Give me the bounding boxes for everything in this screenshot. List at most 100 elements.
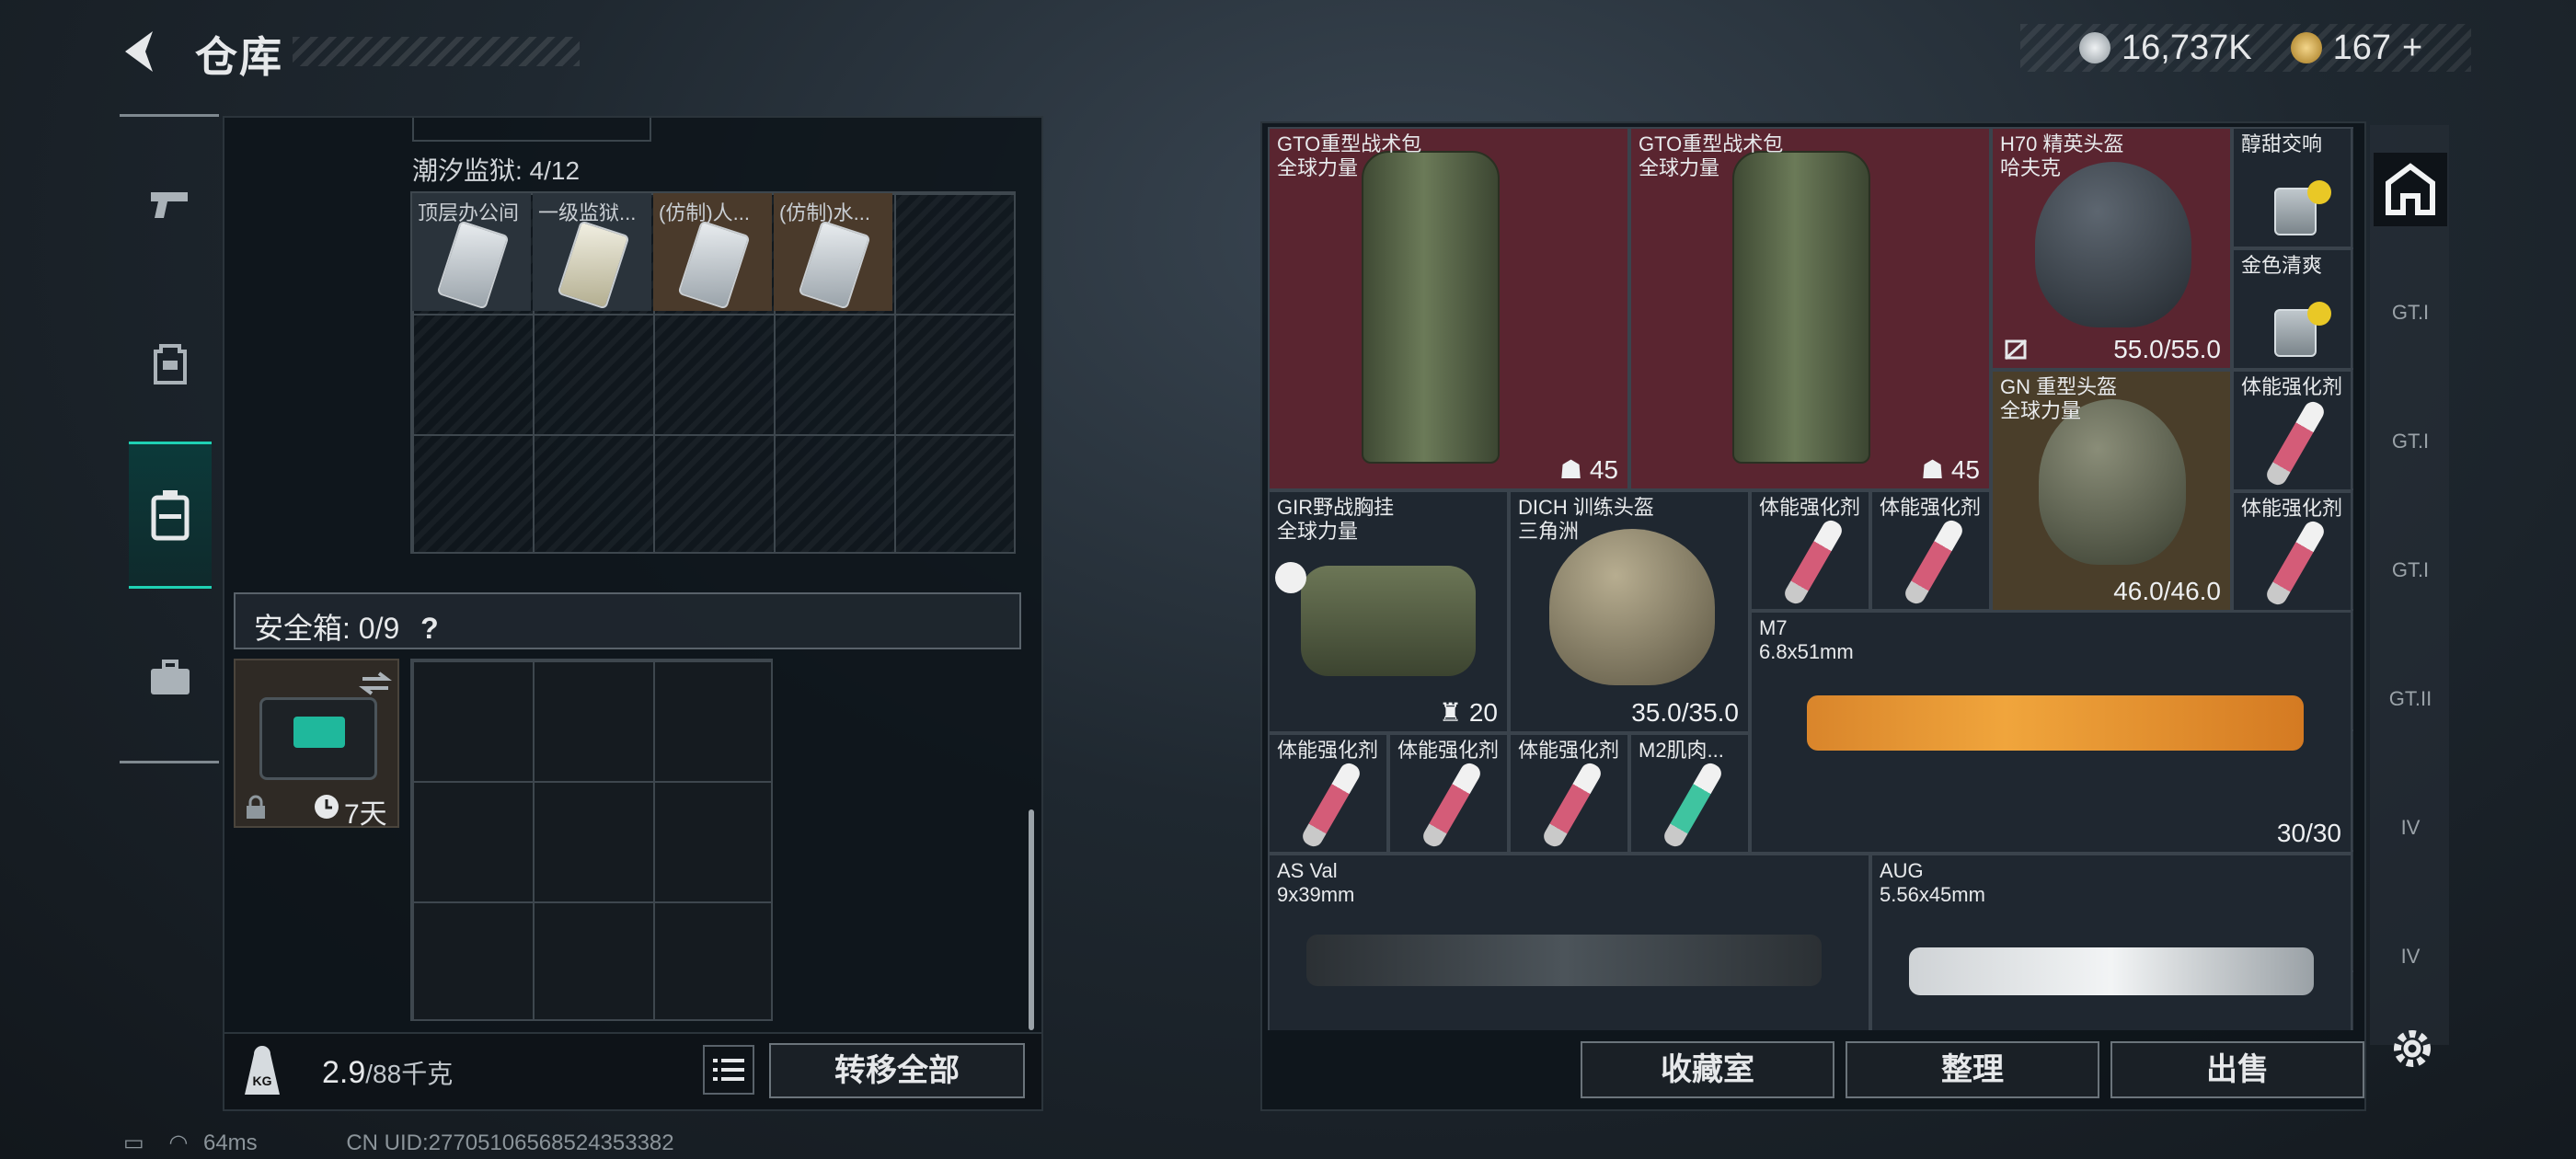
stash-item-asval[interactable]: AS Val 9x39mm	[1268, 854, 1870, 1030]
weight-readout: 2.9/88千克	[322, 1054, 453, 1091]
back-arrow-icon[interactable]	[118, 28, 164, 75]
injector-image	[2263, 518, 2328, 608]
stash-tab-6[interactable]: IV	[2374, 920, 2447, 993]
swap-icon[interactable]	[359, 670, 392, 697]
stash-item-gn-helmet[interactable]: GN 重型头盔 全球力量 46.0/46.0	[1991, 370, 2232, 612]
stash-item-gto-backpack[interactable]: GTO重型战术包 全球力量 ☗ 45	[1629, 127, 1991, 490]
injector-image	[1781, 517, 1846, 607]
injector-image	[1540, 760, 1604, 850]
key-item[interactable]: (仿制)人...	[653, 193, 772, 311]
item-name: 体能强化剂	[1518, 739, 1620, 762]
silver-coin-icon	[2079, 32, 2110, 63]
key-item[interactable]: 顶层办公间	[412, 193, 531, 311]
stash-tab-4[interactable]: GT.II	[2374, 662, 2447, 736]
stash-item-m2-injector[interactable]: M2肌肉...	[1629, 733, 1750, 854]
item-name: AUG	[1880, 859, 1924, 882]
list-view-button[interactable]	[703, 1045, 754, 1095]
chest-rig-image	[1301, 566, 1476, 676]
rail-containers[interactable]	[129, 442, 212, 589]
stash-tab-2[interactable]: GT.I	[2374, 405, 2447, 478]
stash-item-aug[interactable]: AUG 5.56x45mm	[1870, 854, 2352, 1030]
organize-button[interactable]: 整理	[1846, 1041, 2099, 1098]
stash-tab-5[interactable]: IV	[2374, 791, 2447, 865]
durability-value: 46.0/46.0	[2113, 577, 2221, 605]
lock-icon	[247, 795, 265, 819]
pistol-icon	[151, 192, 188, 218]
stash-item-dich-helmet[interactable]: DICH 训练头盔 三角洲 35.0/35.0	[1509, 490, 1750, 733]
durability-value: 55.0/55.0	[2113, 335, 2221, 363]
ghost-icon: ☗	[1920, 455, 1945, 484]
clock-icon	[315, 795, 339, 819]
tab-label: IV	[2400, 816, 2421, 839]
rifle-image	[1306, 935, 1822, 986]
helmet-image	[1549, 529, 1715, 685]
currency-bar: 16,737K 167 +	[2020, 24, 2471, 72]
key-item[interactable]: 一级监狱...	[533, 193, 651, 311]
stash-item-injector[interactable]: 体能强化剂	[1870, 490, 1991, 611]
stash-item-injector[interactable]: 体能强化剂	[1268, 733, 1388, 854]
vest-icon: ♜	[1438, 698, 1463, 727]
item-brand: 全球力量	[1277, 520, 1359, 543]
safe-timer: 7天	[344, 799, 387, 830]
item-name: GIR野战胸挂	[1277, 496, 1395, 519]
stash-item-injector[interactable]: 体能强化剂	[1509, 733, 1629, 854]
injector-image	[1661, 760, 1725, 850]
page-title: 仓库	[195, 33, 283, 81]
weight-value: 2.9	[322, 1055, 366, 1090]
stash-item-m7-rifle[interactable]: M7 6.8x51mm 30/30	[1750, 611, 2352, 854]
ping-value: 64ms	[202, 1130, 258, 1155]
weight-kg-icon: KG	[245, 1046, 280, 1095]
prison-keys-label: 潮汐监狱: 4/12	[412, 156, 581, 185]
tab-label: GT.I	[2391, 558, 2430, 581]
stash-tab-3[interactable]: GT.I	[2374, 534, 2447, 607]
safe-box-grid	[410, 659, 773, 1021]
capacity-value: 45	[1589, 455, 1618, 484]
stash-tab-home[interactable]	[2374, 153, 2447, 226]
stash-item-drink[interactable]: 醇甜交响	[2232, 127, 2352, 248]
stash-item-drink[interactable]: 金色清爽	[2232, 248, 2352, 370]
stash-item-injector[interactable]: 体能强化剂	[2232, 370, 2352, 491]
gold-triangle-coin-icon	[2290, 32, 2322, 63]
left-scrollbar[interactable]	[1029, 809, 1034, 1030]
stash-item-injector[interactable]: 体能强化剂	[2232, 491, 2352, 612]
collection-room-button[interactable]: 收藏室	[1581, 1041, 1834, 1098]
injector-image	[1299, 760, 1363, 850]
item-name: AS Val	[1277, 859, 1338, 882]
capacity-value: 45	[1950, 455, 1980, 484]
rail-toolbox[interactable]	[129, 627, 212, 729]
stash-item-injector[interactable]: 体能强化剂	[1388, 733, 1509, 854]
tab-label: GT.I	[2391, 301, 2430, 324]
stash-item-gto-backpack[interactable]: GTO重型战术包 全球力量 ☗ 45	[1268, 127, 1629, 490]
gear-icon[interactable]	[2388, 1025, 2436, 1073]
item-name: 醇甜交响	[2241, 132, 2323, 155]
transfer-all-button[interactable]: 转移全部	[769, 1043, 1025, 1098]
player-uid: CN UID:27705106568524353382	[346, 1130, 674, 1155]
stash-item-h70-helmet[interactable]: H70 精英头盔 哈夫克 55.0/55.0	[1991, 127, 2232, 370]
help-icon[interactable]: ?	[420, 612, 439, 645]
item-brand: 三角洲	[1518, 520, 1580, 543]
durability-value: 35.0/35.0	[1631, 698, 1739, 727]
rail-weapons[interactable]	[129, 153, 212, 254]
backpack-image	[1362, 151, 1500, 464]
ammo-count: 30/30	[2276, 819, 2341, 847]
injector-image	[1420, 760, 1484, 850]
key-item[interactable]: (仿制)水...	[774, 193, 892, 311]
stash-item-gir-rig[interactable]: GIR野战胸挂 全球力量 ♜ 20	[1268, 490, 1509, 733]
item-name: GTO重型战术包	[1639, 132, 1784, 155]
item-name: M7	[1759, 616, 1788, 639]
safe-box-item[interactable]: 7天	[234, 659, 399, 830]
key-name: 顶层办公间	[418, 201, 520, 224]
battery-icon: ▭	[123, 1130, 144, 1155]
lemon-icon	[2307, 302, 2331, 326]
tab-label: IV	[2400, 945, 2421, 968]
rail-equipment[interactable]	[129, 313, 212, 414]
stash-item-injector[interactable]: 体能强化剂	[1750, 490, 1870, 611]
stash-tab-1[interactable]: GT.I	[2374, 276, 2447, 350]
item-name: 体能强化剂	[1277, 739, 1379, 762]
currency-add-button[interactable]: +	[2402, 29, 2422, 68]
tab-label: GT.I	[2391, 430, 2430, 453]
item-caliber: 5.56x45mm	[1880, 883, 1985, 906]
sell-button[interactable]: 出售	[2110, 1041, 2364, 1098]
keycard-icon	[798, 220, 871, 310]
item-name: 体能强化剂	[2241, 497, 2343, 520]
